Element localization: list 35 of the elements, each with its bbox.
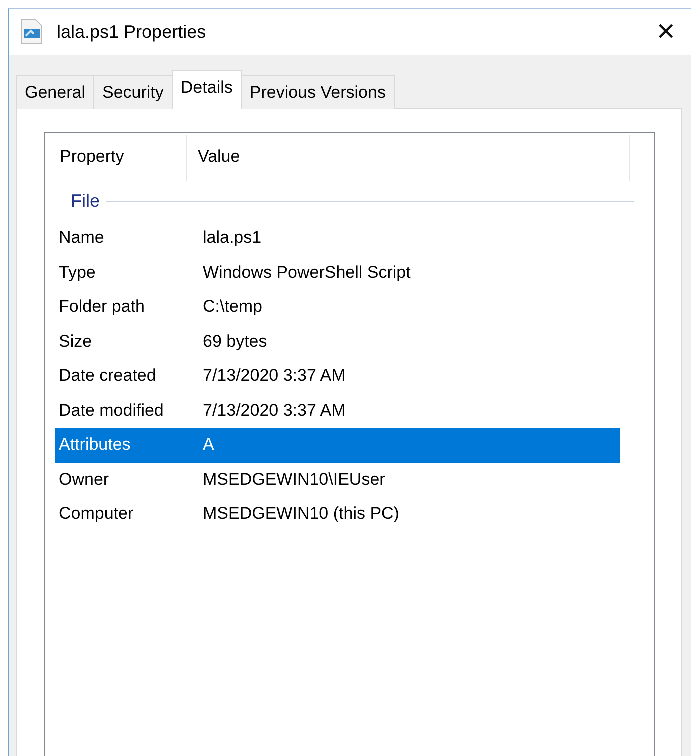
property-value: MSEDGEWIN10\IEUser [203, 470, 386, 490]
property-name: Computer [58, 504, 135, 524]
list-row[interactable]: Type Windows PowerShell Script [55, 256, 620, 290]
property-name: Date created [58, 366, 158, 386]
list-row[interactable]: Date modified 7/13/2020 3:37 AM [55, 394, 620, 428]
property-name: Owner [58, 470, 110, 490]
list-row[interactable]: Attributes A [55, 428, 620, 462]
group-header: File [71, 190, 100, 212]
window-title: lala.ps1 Properties [57, 22, 208, 42]
tab[interactable]: General [16, 75, 94, 109]
property-name: Attributes [58, 435, 132, 456]
list-row[interactable]: Date created 7/13/2020 3:37 AM [55, 359, 620, 394]
property-value: MSEDGEWIN10 (this PC) [203, 504, 400, 524]
property-value: C:\temp [203, 297, 264, 318]
property-value: 7/13/2020 3:37 AM [203, 366, 347, 386]
list-row[interactable]: Name lala.ps1 [55, 221, 620, 256]
file-icon [21, 19, 43, 45]
list-row[interactable]: Owner MSEDGEWIN10\IEUser [55, 462, 620, 497]
property-name: Size [58, 332, 94, 352]
tab[interactable]: Security [93, 75, 173, 109]
property-name: Date modified [58, 400, 165, 421]
tab[interactable]: Details [172, 70, 242, 109]
list-row[interactable]: Size 69 bytes [55, 324, 620, 359]
tab[interactable]: Previous Versions [240, 75, 395, 109]
close-button[interactable]: ✕ [643, 9, 689, 55]
property-name: Folder path [58, 297, 146, 318]
property-name: Type [58, 262, 97, 283]
property-value: Windows PowerShell Script [203, 262, 412, 283]
property-name: Name [58, 228, 106, 248]
list-row[interactable]: Folder path C:\temp [55, 290, 620, 324]
property-value: A [203, 435, 216, 456]
property-value: lala.ps1 [203, 228, 263, 248]
list-row[interactable]: Computer MSEDGEWIN10 (this PC) [55, 497, 620, 532]
property-value: 69 bytes [203, 332, 268, 352]
property-value: 7/13/2020 3:37 AM [203, 400, 347, 421]
